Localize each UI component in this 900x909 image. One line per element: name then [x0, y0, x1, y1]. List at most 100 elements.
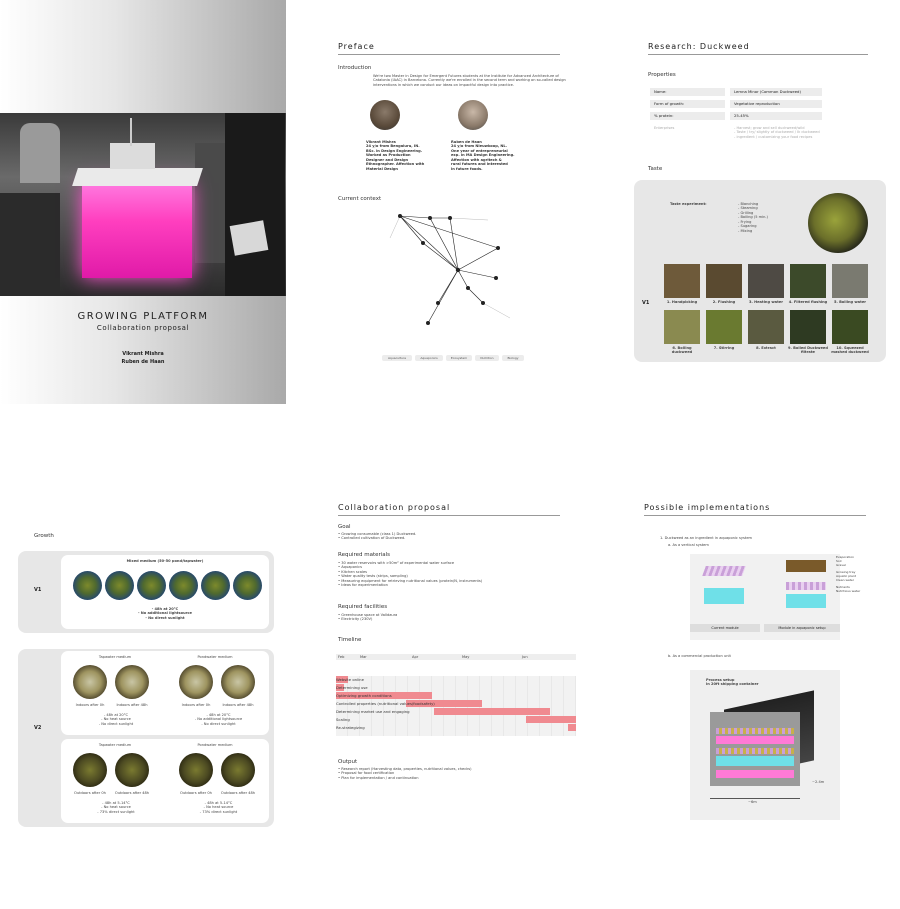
growth-v2-panel: V2 Tapwater medium Pondwater medium Indo…	[18, 649, 274, 827]
implementations-page: Possible implementations 1. Duckweed as …	[634, 494, 896, 834]
materials-heading: Required materials	[338, 552, 391, 558]
caption-1: 1. Handpicking	[666, 300, 698, 304]
preface-title: Preface	[338, 42, 375, 51]
proposal-page: Collaboration proposal Goal • Growing co…	[318, 494, 580, 794]
task-6: Scaling	[336, 717, 350, 722]
avatar-ruben	[458, 100, 488, 130]
taste-list: - Blanching - Steaming - Grilling - Boil…	[738, 202, 768, 233]
prop-name-val: Lemna Minor (Common Duckweed)	[730, 88, 822, 96]
v2-pond-header-1: Pondwater medium	[197, 655, 233, 659]
note-in-a: - 48h at 20°C - No heat source - No dire…	[98, 713, 134, 726]
cap-in0-a: Indoors after 0h	[75, 703, 105, 707]
growth-v1-label: V1	[34, 587, 42, 593]
proposal-title: Collaboration proposal	[338, 503, 451, 512]
growth-page: Growth V1 Mixed medium (50-50 pond/tapwa…	[18, 525, 276, 830]
prop-growth-val: Vegetative reproduction	[730, 100, 822, 108]
avatar-vikrant	[370, 100, 400, 130]
taste-heading: Taste	[648, 166, 663, 172]
cap-out0-a: Outdoors after 0h	[74, 791, 106, 795]
v2-pond-header-2: Pondwater medium	[197, 743, 233, 747]
growth-v2-label: V2	[34, 725, 42, 731]
growth-v1-panel: V1 Mixed medium (50-50 pond/tapwater) - …	[18, 551, 274, 633]
v2-tap-header-1: Tapwater medium	[98, 655, 132, 659]
output-heading: Output	[338, 759, 358, 765]
pill-aquaculture: Aquaculture	[382, 355, 412, 361]
impl-intro: 1. Duckweed as an ingredient in aquaponi…	[660, 536, 753, 540]
caption-10: 10. Squeezed mashed duckweed	[831, 346, 869, 355]
output-text: • Research report (Harvesting data, prop…	[338, 767, 472, 780]
person-ruben: Ruben de Haan 24 y/o from Nieuwkoop, NL.…	[451, 140, 515, 171]
cap-in0-b: Indoors after 0h	[181, 703, 211, 707]
cap-out0-b: Outdoors after 0h	[180, 791, 212, 795]
preface-page: Preface Introduction We're two Master in…	[318, 30, 580, 370]
impl-diagram-b: Process setup in 20ft shipping container…	[690, 670, 840, 820]
taste-label: Taste experiment:	[670, 202, 707, 206]
facilities-text: • Greenhouse space at Valldaura • Electr…	[338, 613, 398, 622]
pill-nutrition: Nutrition	[475, 355, 499, 361]
cover-author-1: Vikrant Mishra	[122, 351, 164, 357]
properties-heading: Properties	[648, 72, 676, 78]
prop-protein-key: % protein:	[650, 112, 725, 120]
impl-cap-left: Current module	[690, 624, 760, 632]
pink-tank	[82, 183, 192, 278]
impl-diagram-a: Current module Module in aquaponic setup	[690, 554, 840, 640]
month-may: May	[462, 655, 470, 659]
caption-9: 9. Boiled Duckweed filtrate	[788, 346, 828, 355]
caption-7: 7. Stirring	[713, 346, 735, 350]
cover-page: GROWING PLATFORM Collaboration proposal …	[0, 0, 286, 404]
impl-dim-w: ~6m	[748, 800, 757, 804]
task-2: Determining use	[336, 685, 368, 690]
goal-text: • Growing consumable (class 1) Duckweed.…	[338, 532, 417, 541]
caption-8: 8. Extract	[756, 346, 776, 350]
materials-text: • 30 water reservoirs with >50m² of expe…	[338, 561, 483, 588]
cap-out48-a: Outdoors after 48h	[114, 791, 150, 795]
intro-heading: Introduction	[338, 65, 372, 71]
impl-a: a. As a vertical system	[668, 543, 709, 547]
cap-in48-b: Indoors after 48h	[222, 703, 254, 707]
cover-photo	[0, 113, 286, 296]
impl-labels: Evaporation Soil Gravel Growing tray Aqu…	[836, 555, 861, 593]
task-3: Optimizing growth conditions	[336, 693, 392, 698]
caption-3: 3. Heating water	[749, 300, 783, 304]
pill-aquaponics: Aquaponics	[415, 355, 443, 361]
cap-in48-a: Indoors after 48h	[116, 703, 148, 707]
cover-subtitle: Collaboration proposal	[96, 324, 190, 332]
prop-protein-val: 25-45%	[730, 112, 822, 120]
task-5: Determining market use and engaging	[336, 709, 410, 714]
timeline-heading: Timeline	[338, 637, 362, 643]
note-out-b: - 48h at 5-14°C - No heat source - 73% d…	[199, 801, 238, 814]
caption-4: 4. Filtered flushing	[788, 300, 828, 304]
note-out-a: - 48h at 5-14°C - No heat source - 73% d…	[97, 801, 135, 814]
taste-main-photo	[808, 193, 868, 253]
cover-author-2: Ruben de Haan	[121, 359, 165, 365]
prop-growth-key: Form of growth:	[650, 100, 725, 108]
context-heading: Current context	[338, 196, 382, 202]
cover-title: GROWING PLATFORM	[77, 311, 209, 322]
research-page: Research: Duckweed Properties Name: Lemn…	[634, 30, 896, 370]
note-in-b: - 48h at 20°C - No additional lightsourc…	[194, 713, 243, 726]
impl-dim-d: ~2.4m	[812, 780, 825, 784]
impl-b: b. As a commercial production unit	[668, 654, 731, 658]
impl-box-title: Process setup in 20ft shipping container	[706, 678, 759, 687]
month-apr: Apr	[412, 655, 419, 659]
task-1: Website online	[336, 677, 364, 682]
v2-tap-header-2: Tapwater medium	[98, 743, 132, 747]
pill-biology: Biology	[502, 355, 524, 361]
caption-2: 2. Flushing	[712, 300, 736, 304]
goal-heading: Goal	[338, 524, 351, 530]
research-title: Research: Duckweed	[648, 42, 750, 51]
timeline-chart: Feb Mar Apr May Jun Website online Deter…	[336, 654, 576, 739]
task-4: Controlled properties (nutritional value…	[336, 701, 435, 706]
intro-text: We're two Master in Design for Emergent …	[373, 74, 566, 87]
taste-version: V1	[642, 300, 650, 306]
impl-title: Possible implementations	[644, 503, 771, 512]
facilities-heading: Required facilities	[338, 604, 388, 610]
caption-5: 5. Boiling water	[833, 300, 867, 304]
person-vikrant: Vikrant Mishra 24 y/o from Bengaluru, IN…	[366, 140, 425, 171]
prop-extra-key: Enterprises	[654, 126, 675, 130]
prop-name-key: Name:	[650, 88, 725, 96]
month-jun: Jun	[522, 655, 528, 659]
task-7: Re-strategizing	[336, 725, 365, 730]
pill-ecosystem: Ecosystem	[446, 355, 472, 361]
prop-extra-val: - Harvest; grow and sell duckweed/wild -…	[734, 126, 820, 139]
